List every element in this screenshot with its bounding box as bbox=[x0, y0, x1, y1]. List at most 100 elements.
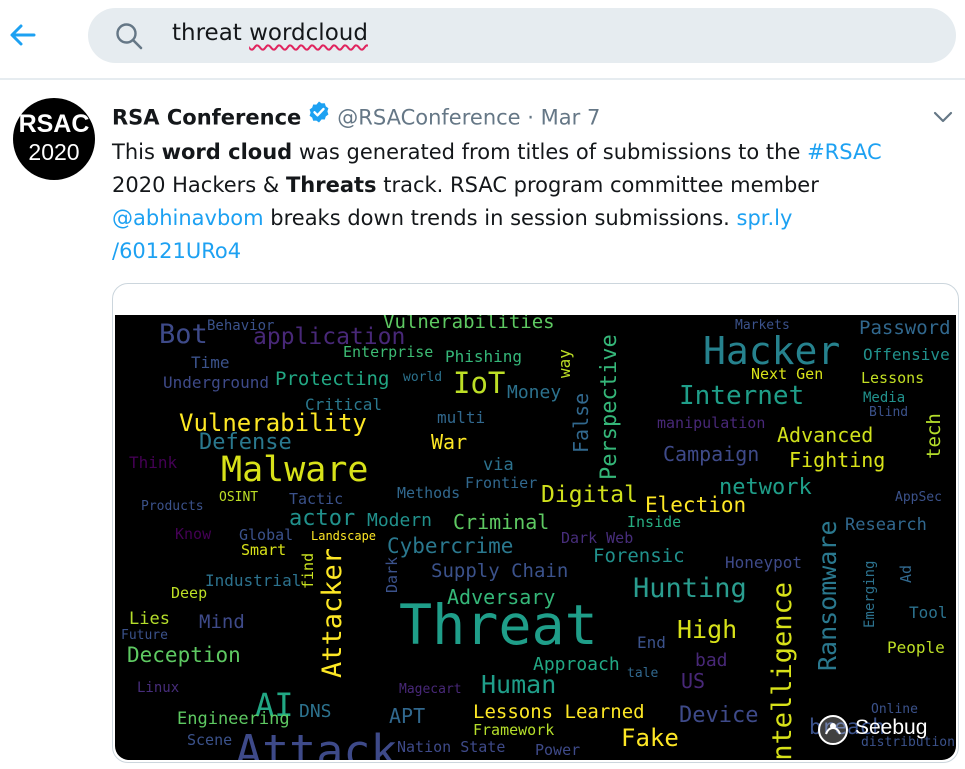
search-query-word: threat bbox=[172, 20, 242, 46]
mention-link[interactable]: @abhinavbom bbox=[112, 206, 264, 230]
chevron-down-icon[interactable] bbox=[930, 104, 956, 134]
cloud-word: way bbox=[555, 348, 574, 378]
cloud-word: Threat bbox=[399, 593, 598, 657]
tweet-text-part: 2020 Hackers & bbox=[112, 173, 286, 197]
cloud-word: multi bbox=[437, 408, 486, 427]
cloud-word: High bbox=[677, 615, 738, 644]
cloud-word: bad bbox=[695, 650, 728, 671]
cloud-word: Vulnerabilities bbox=[383, 315, 555, 333]
cloud-word: Tool bbox=[909, 603, 948, 622]
media-card[interactable]: Behavior Bot application Vulnerabilities Mar… bbox=[112, 283, 959, 763]
cloud-word: Deep bbox=[171, 584, 208, 602]
cloud-word: Advanced bbox=[777, 423, 874, 447]
cloud-word: tale bbox=[627, 666, 659, 681]
search-box[interactable]: threat wordcloud bbox=[88, 8, 956, 63]
cloud-word: Campaign bbox=[663, 442, 760, 466]
cloud-word: Malware bbox=[221, 450, 369, 490]
cloud-word: Research bbox=[845, 515, 927, 535]
cloud-word: IoT bbox=[453, 366, 506, 400]
cloud-word: Linux bbox=[137, 680, 180, 696]
cloud-word: Forensic bbox=[593, 545, 685, 567]
cloud-word: actor bbox=[289, 506, 356, 531]
tweet-text-part: This bbox=[112, 140, 162, 164]
cloud-word: Bot bbox=[159, 319, 208, 350]
cloud-word: Phishing bbox=[445, 347, 523, 366]
cloud-word: world bbox=[403, 370, 443, 385]
cloud-word: Supply Chain bbox=[431, 560, 569, 582]
cloud-word: Underground bbox=[163, 373, 269, 392]
cloud-word: DNS bbox=[299, 701, 332, 722]
short-link-continued[interactable]: /60121URo4 bbox=[112, 239, 241, 263]
cloud-word: tech bbox=[923, 412, 945, 459]
cloud-word: Power bbox=[535, 741, 581, 759]
cloud-word: Deception bbox=[127, 643, 241, 667]
cloud-word: Dark bbox=[383, 556, 401, 593]
cloud-word: Future bbox=[121, 628, 168, 643]
cloud-word: Attacker bbox=[317, 547, 348, 678]
cloud-word: find bbox=[299, 552, 317, 589]
cloud-word: Know bbox=[175, 525, 212, 543]
cloud-word: Emerging bbox=[862, 560, 878, 629]
cloud-word: Lessons Learned bbox=[473, 701, 645, 723]
cloud-word: Criminal bbox=[453, 510, 550, 534]
cloud-word: Think bbox=[129, 453, 178, 472]
cloud-word: Mind bbox=[199, 611, 245, 633]
watermark-text: Seebug bbox=[855, 716, 928, 739]
tweet-text-part: was generated from titles of submissions… bbox=[292, 140, 808, 164]
cloud-word: Blind bbox=[869, 405, 909, 420]
back-arrow-icon[interactable] bbox=[6, 18, 40, 52]
cloud-word: Next Gen bbox=[751, 365, 824, 383]
cloud-word: Industrial bbox=[205, 571, 302, 590]
avatar[interactable]: RSAC 2020 bbox=[13, 98, 95, 180]
cloud-word: Money bbox=[507, 382, 562, 403]
cloud-word: Human bbox=[481, 670, 557, 699]
avatar-logo-year: 2020 bbox=[28, 139, 80, 165]
cloud-word: Ransomware bbox=[813, 520, 842, 671]
cloud-word: via bbox=[483, 455, 514, 475]
tweet-text-bold: word cloud bbox=[161, 140, 293, 164]
tweet-header: RSA Conference @RSAConference · Mar 7 bbox=[112, 100, 600, 132]
cloud-word: Fighting bbox=[789, 448, 886, 472]
tweet-text-part: breaks down trends in session submission… bbox=[263, 206, 737, 230]
cloud-word: Enterprise bbox=[343, 343, 434, 361]
cloud-word: Digital bbox=[541, 482, 638, 508]
search-icon bbox=[114, 21, 144, 55]
cloud-word: Ad bbox=[897, 564, 915, 583]
author-handle[interactable]: @RSAConference bbox=[337, 106, 520, 130]
seebug-logo-icon bbox=[818, 715, 848, 745]
cloud-word: War bbox=[431, 430, 468, 454]
cloud-word: Perspective bbox=[597, 334, 622, 481]
word-cloud-image[interactable]: Behavior Bot application Vulnerabilities Mar… bbox=[115, 315, 956, 760]
cloud-word: Intelligence bbox=[767, 582, 798, 760]
cloud-word: Landscape bbox=[311, 529, 377, 543]
search-input[interactable]: threat wordcloud bbox=[172, 20, 368, 46]
cloud-word: Device bbox=[679, 703, 759, 728]
cloud-word: End bbox=[637, 633, 666, 652]
hashtag-link[interactable]: #RSAC bbox=[807, 140, 882, 164]
cloud-word: US bbox=[681, 669, 706, 693]
cloud-word: Modern bbox=[367, 510, 433, 531]
cloud-word: Lessons bbox=[861, 369, 925, 387]
cloud-word: Internet bbox=[679, 381, 805, 411]
cloud-word: Smart bbox=[241, 541, 287, 559]
author-name[interactable]: RSA Conference bbox=[112, 106, 301, 130]
cloud-word: Time bbox=[191, 353, 230, 372]
search-query-misspelled-word: wordcloud bbox=[249, 20, 368, 46]
cloud-word: Methods bbox=[397, 484, 461, 502]
tweet-date[interactable]: Mar 7 bbox=[541, 106, 601, 130]
cloud-word: Nation State bbox=[397, 738, 506, 756]
cloud-word: OSINT bbox=[219, 490, 259, 505]
short-link[interactable]: spr.ly bbox=[737, 206, 793, 230]
divider bbox=[0, 78, 965, 80]
cloud-word: manipulation bbox=[657, 414, 766, 432]
cloud-word: Fake bbox=[621, 724, 679, 752]
tweet-text-part: track. RSAC program committee member bbox=[376, 173, 819, 197]
cloud-word: People bbox=[887, 638, 945, 657]
cloud-word: False bbox=[569, 392, 593, 453]
cloud-word: Cybercrime bbox=[387, 534, 514, 558]
verified-badge-icon bbox=[307, 100, 331, 133]
avatar-logo-text: RSAC bbox=[18, 110, 90, 138]
cloud-word: Honeypot bbox=[725, 553, 803, 572]
cloud-word: Lies bbox=[129, 609, 170, 629]
cloud-word: Media bbox=[863, 390, 906, 406]
